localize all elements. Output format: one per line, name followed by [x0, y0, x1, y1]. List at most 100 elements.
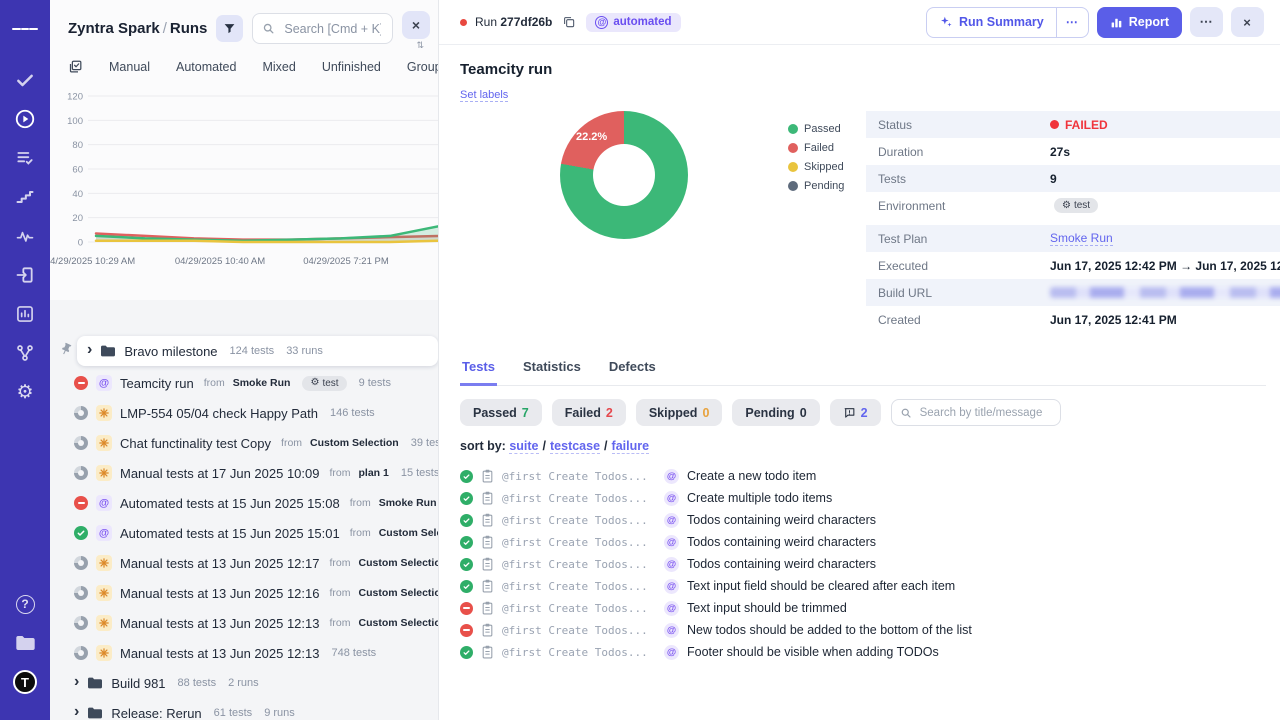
folder-row-selected[interactable]: › Bravo milestone 124 tests 33 runs — [77, 336, 438, 366]
run-list-item[interactable]: Manual tests at 13 Jun 2025 12:13 from Cus… — [50, 608, 438, 638]
build-url-redacted-link[interactable] — [1050, 287, 1280, 298]
settings-gear-icon[interactable]: ⚙ — [12, 379, 38, 405]
more-actions-button[interactable]: ⋯ — [1190, 7, 1223, 37]
copy-run-id-button[interactable] — [560, 13, 578, 31]
select-runs-icon[interactable] — [68, 59, 83, 74]
automated-test-icon: @ — [664, 534, 679, 550]
close-run-button[interactable]: × — [1231, 7, 1264, 37]
pinned-folder-row[interactable]: › Bravo milestone 124 tests 33 runs — [50, 334, 438, 368]
runs-play-icon[interactable] — [12, 106, 38, 132]
analytics-icon[interactable] — [12, 301, 38, 327]
detail-value: Jun 17, 2025 12:42 PM → Jun 17, 2025 12:… — [1050, 258, 1280, 273]
tab-tests[interactable]: Tests — [460, 355, 497, 386]
run-list-item[interactable]: Chat functinality test Copy from Custom Se… — [50, 428, 438, 458]
tab-defects[interactable]: Defects — [607, 355, 658, 385]
tab-manual[interactable]: Manual — [109, 60, 150, 74]
run-name: Manual tests at 13 Jun 2025 12:13 — [120, 645, 320, 661]
run-summary-more-button[interactable]: ⋯ — [1055, 7, 1088, 37]
sort-by-testcase[interactable]: testcase — [550, 439, 601, 454]
test-plan-link[interactable]: Smoke Run — [1050, 231, 1113, 246]
sign-in-icon[interactable] — [12, 262, 38, 288]
filter-pill-skipped[interactable]: Skipped 0 — [635, 399, 723, 426]
tests-search-input[interactable] — [917, 405, 1052, 420]
legend-item-pending[interactable]: Pending — [788, 180, 866, 192]
menu-icon[interactable] — [12, 16, 39, 42]
run-list-item[interactable]: Manual tests at 13 Jun 2025 12:13 748 tes… — [50, 638, 438, 668]
sort-by-suite[interactable]: suite — [509, 439, 539, 454]
run-list-item[interactable]: @ Automated tests at 15 Jun 2025 15:01 fro… — [50, 518, 438, 548]
filter-pill-pending[interactable]: Pending 0 — [732, 399, 820, 426]
run-list-item[interactable]: Manual tests at 13 Jun 2025 12:16 from Cus… — [50, 578, 438, 608]
folder-row[interactable]: › Build 981 88 tests 2 runs — [50, 668, 438, 698]
pulse-icon[interactable] — [12, 223, 38, 249]
test-row[interactable]: @first Create Todos... @ Create multiple t… — [460, 487, 1266, 509]
test-row[interactable]: @first Create Todos... @ Todos containing … — [460, 531, 1266, 553]
steps-icon[interactable] — [12, 184, 38, 210]
test-row[interactable]: @first Create Todos... @ Todos containing … — [460, 553, 1266, 575]
detail-label: Executed — [878, 258, 929, 273]
branch-icon[interactable] — [12, 340, 38, 366]
legend-item-passed[interactable]: Passed — [788, 123, 866, 135]
run-name: Manual tests at 13 Jun 2025 12:16 — [120, 585, 320, 601]
svg-text:20: 20 — [72, 213, 83, 224]
app-logo[interactable]: T — [12, 669, 38, 695]
list-check-icon[interactable] — [12, 145, 38, 171]
run-summary-button[interactable]: Run Summary ⋯ — [925, 6, 1089, 38]
svg-text:40: 40 — [72, 189, 83, 200]
check-icon[interactable] — [12, 67, 38, 93]
run-list-item[interactable]: LMP-554 05/04 check Happy Path 146 tests — [50, 398, 438, 428]
breadcrumb-page[interactable]: Runs — [170, 20, 208, 37]
folder-name: Build 981 — [111, 675, 166, 691]
chevron-right-icon[interactable]: › — [74, 704, 79, 720]
sort-order-icon[interactable]: ⇅ — [416, 40, 424, 51]
chevron-right-icon[interactable]: › — [87, 342, 92, 358]
test-row[interactable]: @first Create Todos... @ New todos should … — [460, 619, 1266, 641]
automated-test-icon: @ — [664, 468, 679, 484]
run-name: Teamcity run — [120, 375, 194, 391]
test-title: Create multiple todo items — [687, 491, 833, 505]
svg-text:0: 0 — [78, 238, 83, 249]
panel-close-button[interactable]: × — [402, 11, 430, 39]
status-passed-icon — [74, 526, 88, 540]
test-row[interactable]: @first Create Todos... @ Footer should be … — [460, 641, 1266, 663]
legend-item-skipped[interactable]: Skipped — [788, 161, 866, 173]
filter-pill-failed[interactable]: Failed 2 — [551, 399, 626, 426]
run-name: Automated tests at 15 Jun 2025 15:01 — [120, 525, 340, 541]
run-from-label: from — [329, 587, 351, 599]
filter-pill-passed[interactable]: Passed 7 — [460, 399, 542, 426]
tab-mixed[interactable]: Mixed — [262, 60, 295, 74]
test-title: Footer should be visible when adding TOD… — [687, 645, 939, 659]
run-tests-count: 9 tests — [358, 377, 391, 389]
pill-count: 2 — [860, 405, 868, 420]
help-icon[interactable]: ? — [12, 591, 38, 617]
run-list-item[interactable]: Manual tests at 13 Jun 2025 12:17 from Cus… — [50, 548, 438, 578]
tab-groups[interactable]: Groups — [407, 60, 438, 74]
clipboard-icon — [481, 469, 494, 483]
manual-run-icon — [96, 555, 112, 571]
environment-name: test — [1073, 200, 1091, 211]
tab-statistics[interactable]: Statistics — [521, 355, 583, 385]
projects-folder-icon[interactable] — [12, 630, 38, 656]
sort-by-failure[interactable]: failure — [611, 439, 650, 454]
run-list-item[interactable]: @ Teamcity run from Smoke Run ⚙ test 9 tests — [50, 368, 438, 398]
filter-funnel-button[interactable] — [216, 15, 244, 42]
filter-pill-comments[interactable]: 2 — [829, 399, 881, 426]
folder-row[interactable]: › Release: Rerun 61 tests 9 runs — [50, 698, 438, 720]
legend-item-failed[interactable]: Failed — [788, 142, 866, 154]
tab-automated[interactable]: Automated — [176, 60, 236, 74]
detail-row-test-plan: Test Plan Smoke Run — [866, 225, 1280, 252]
tab-unfinished[interactable]: Unfinished — [322, 60, 381, 74]
run-from-label: from — [281, 437, 303, 449]
run-list-item[interactable]: Manual tests at 17 Jun 2025 10:09 from pla… — [50, 458, 438, 488]
test-row[interactable]: @first Create Todos... @ Text input field … — [460, 575, 1266, 597]
search-input[interactable] — [282, 20, 383, 37]
test-row[interactable]: @first Create Todos... @ Todos containing … — [460, 509, 1266, 531]
run-list-item[interactable]: @ Automated tests at 15 Jun 2025 15:08 fro… — [50, 488, 438, 518]
breadcrumb-project[interactable]: Zyntra Spark — [68, 20, 160, 37]
set-labels-link[interactable]: Set labels — [460, 89, 509, 102]
trend-chart-svg: 0 20 40 60 80 100 120 04/29/2025 10:29 AM 04/29/… — [50, 92, 438, 267]
test-row[interactable]: @first Create Todos... @ Text input should… — [460, 597, 1266, 619]
test-row[interactable]: @first Create Todos... @ Create a new todo… — [460, 465, 1266, 487]
report-button[interactable]: Report — [1096, 6, 1182, 38]
chevron-right-icon[interactable]: › — [74, 674, 79, 690]
